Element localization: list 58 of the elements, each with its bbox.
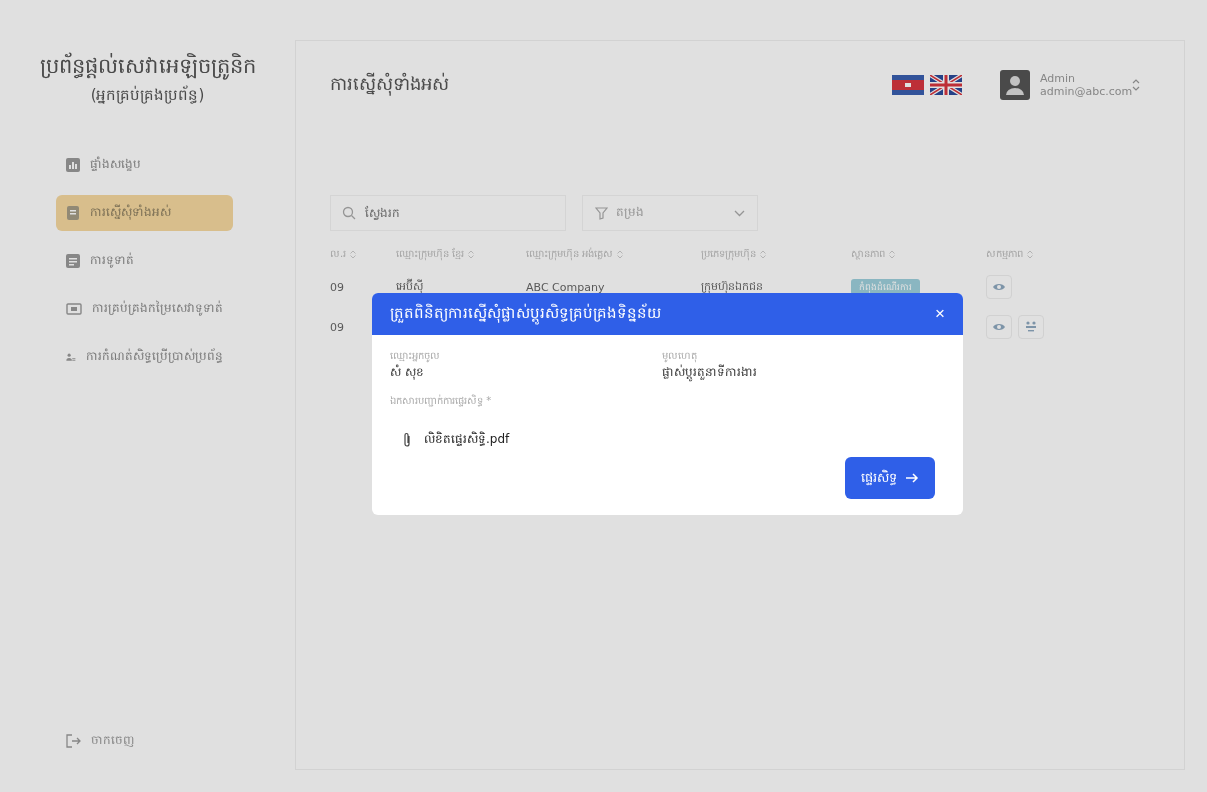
field-label: ឈ្មោះអ្នកចូល bbox=[390, 349, 441, 364]
table-cell-text: អេប៊ីស៊ី bbox=[395, 279, 424, 295]
eye-icon bbox=[992, 282, 1006, 292]
transfer-button[interactable] bbox=[1018, 315, 1044, 339]
field-label: ឯកសារបញ្ជាក់ការផ្ទេរសិទ្ធ * bbox=[390, 394, 493, 409]
column-header[interactable]: សកម្មភាព bbox=[986, 246, 1023, 262]
users-icon bbox=[1024, 320, 1038, 334]
modal-title: ត្រួតពិនិត្យការស្នើសុំផ្លាស់ប្តូរសិទ្ធគ្រប់គ្រងទិន្នន័យ bbox=[390, 303, 661, 325]
table-cell-text: ABC Company bbox=[526, 280, 606, 294]
chart-icon bbox=[66, 158, 80, 172]
app-subtitle: (អ្នកគ្រប់គ្រងប្រព័ន្ធ) bbox=[89, 85, 206, 106]
sidebar-item[interactable]: ការស្នើសុំទាំងអស់ bbox=[56, 195, 233, 231]
file-link[interactable]: លិខិតផ្ទេរសិទ្ធិ.pdf bbox=[424, 431, 510, 449]
sidebar-item[interactable]: ការកំណត់សិទ្ធប្រើប្រាស់ប្រព័ន្ធ bbox=[56, 339, 233, 375]
app-title: ប្រព័ន្ធផ្តល់សេវាអេឡិចត្រូនិក bbox=[38, 52, 257, 82]
search-icon bbox=[342, 206, 356, 220]
eye-icon bbox=[992, 322, 1006, 332]
view-button[interactable] bbox=[986, 315, 1012, 339]
sidebar-item[interactable]: ការគ្រប់គ្រងកម្រៃសេវាទូទាត់ bbox=[56, 291, 233, 327]
sort-icon[interactable] bbox=[760, 249, 766, 259]
filter-dropdown[interactable]: តម្រង bbox=[582, 195, 758, 231]
arrow-right-icon bbox=[905, 472, 919, 484]
document-icon bbox=[66, 206, 80, 220]
filter-icon bbox=[595, 206, 608, 220]
field-label: មូលហេតុ bbox=[662, 349, 698, 364]
sort-icon[interactable] bbox=[617, 249, 624, 259]
paperclip-icon bbox=[402, 432, 412, 448]
chevron-down-icon bbox=[734, 209, 745, 217]
uk-flag-icon[interactable] bbox=[930, 75, 962, 95]
column-header[interactable]: ស្ថានភាព bbox=[851, 246, 885, 262]
avatar-icon bbox=[1000, 70, 1030, 100]
view-button[interactable] bbox=[986, 275, 1012, 299]
list-icon bbox=[66, 254, 80, 268]
sort-icon[interactable] bbox=[889, 249, 895, 259]
sort-icon[interactable] bbox=[468, 249, 475, 259]
logout-icon bbox=[66, 734, 81, 748]
page-title: ការស្នើសុំទាំងអស់ bbox=[330, 71, 450, 98]
field-value: ផ្លាស់ប្តូរតួនាទីការងារ bbox=[662, 364, 934, 382]
transfer-submit-button[interactable]: ផ្ទេរសិទ្ធ bbox=[845, 457, 935, 499]
column-header[interactable]: ប្រភេទក្រុមហ៊ុន bbox=[701, 246, 756, 262]
chevron-updown-icon bbox=[1132, 78, 1140, 92]
sort-icon[interactable] bbox=[350, 249, 357, 259]
column-header[interactable]: ល.រ bbox=[330, 246, 347, 262]
column-header[interactable]: ឈ្មោះក្រុមហ៊ុន ខ្មែរ bbox=[396, 246, 465, 262]
sidebar-item[interactable]: ការទូទាត់ bbox=[56, 243, 233, 279]
cambodia-flag-icon[interactable] bbox=[892, 75, 924, 95]
logout-link[interactable]: ចាកចេញ bbox=[66, 732, 295, 750]
user-menu[interactable]: Admin admin@abc.com bbox=[1000, 70, 1140, 100]
search-field[interactable]: ស្វែងរក bbox=[330, 195, 566, 231]
sort-icon[interactable] bbox=[1027, 249, 1033, 259]
table-cell-text: 09 bbox=[330, 320, 345, 334]
close-button[interactable]: × bbox=[935, 304, 945, 324]
field-value: សំ សុខ bbox=[390, 364, 425, 382]
sidebar-item[interactable]: ផ្ទាំងសង្ខេប bbox=[56, 147, 233, 183]
table-cell-text: 09 bbox=[330, 280, 345, 294]
column-header[interactable]: ឈ្មោះក្រុមហ៊ុន អង់គ្លេស bbox=[526, 246, 614, 262]
card-icon bbox=[66, 302, 82, 316]
table-cell-text: ក្រុមហ៊ុនឯកជន bbox=[701, 279, 764, 295]
